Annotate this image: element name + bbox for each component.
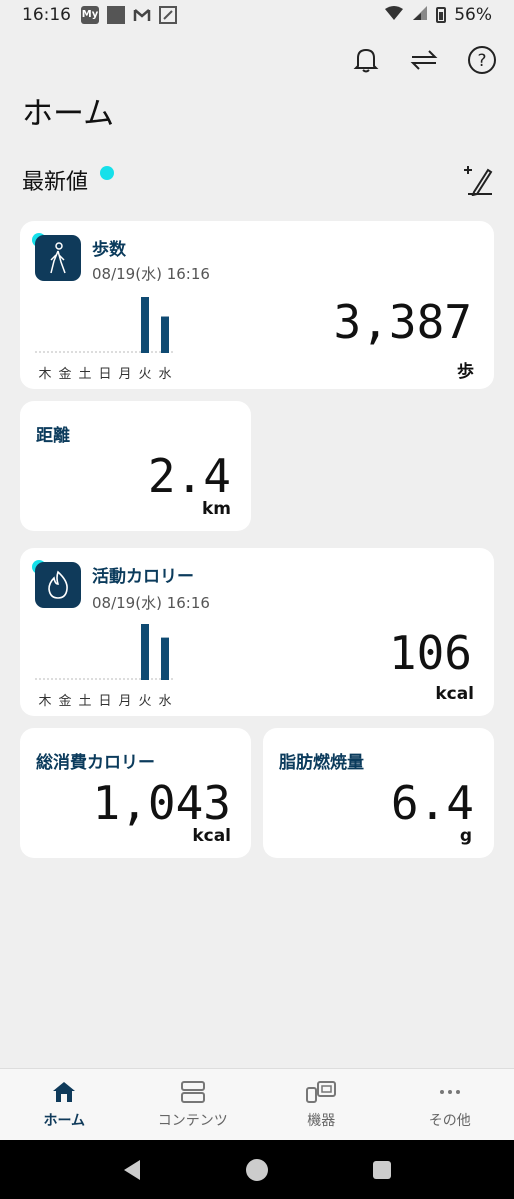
card-title: 活動カロリー bbox=[92, 567, 194, 587]
nav-devices[interactable]: 機器 bbox=[257, 1069, 386, 1140]
nav-home[interactable]: ホーム bbox=[0, 1069, 129, 1140]
status-bar: 16:16 My 56% bbox=[0, 0, 514, 30]
nav-label: コンテンツ bbox=[157, 1112, 228, 1129]
edit-plus-icon[interactable] bbox=[462, 164, 494, 197]
my-app-icon: My bbox=[81, 6, 99, 24]
fat-burn-value: 6.4 bbox=[390, 776, 474, 830]
card-title: 歩数 bbox=[92, 240, 126, 260]
day-label: 木 bbox=[38, 367, 52, 382]
help-icon[interactable]: ? bbox=[466, 44, 498, 76]
top-actions: ? bbox=[350, 44, 498, 76]
day-label: 日 bbox=[98, 694, 112, 709]
chart-bar bbox=[141, 624, 149, 680]
day-label: 土 bbox=[78, 694, 92, 709]
card-date: 08/19(水) 16:16 bbox=[92, 265, 210, 283]
fat-burn-card[interactable]: 脂肪燃焼量 6.4 g bbox=[263, 728, 494, 858]
card-title: 距離 bbox=[36, 426, 70, 446]
steps-unit: 歩 bbox=[457, 362, 474, 382]
devices-icon bbox=[306, 1080, 337, 1103]
distance-unit: km bbox=[201, 499, 231, 519]
fat-burn-unit: g bbox=[459, 826, 472, 846]
day-label: 月 bbox=[118, 367, 132, 382]
recents-icon[interactable] bbox=[370, 1158, 394, 1182]
active-calories-value: 106 bbox=[388, 626, 472, 680]
home-circle-icon[interactable] bbox=[245, 1158, 269, 1182]
day-labels: 木金土日月火水 bbox=[35, 363, 175, 382]
nav-label: ホーム bbox=[43, 1112, 86, 1129]
total-calories-card[interactable]: 総消費カロリー 1,043 kcal bbox=[20, 728, 251, 858]
card-title: 脂肪燃焼量 bbox=[279, 753, 364, 773]
card-title: 総消費カロリー bbox=[36, 753, 155, 773]
day-label: 木 bbox=[38, 694, 52, 709]
calories-bar-chart bbox=[35, 624, 175, 680]
card-date: 08/19(水) 16:16 bbox=[92, 594, 210, 612]
distance-value: 2.4 bbox=[147, 449, 231, 503]
battery-icon bbox=[436, 7, 447, 23]
day-label: 水 bbox=[158, 694, 172, 709]
bell-icon[interactable] bbox=[350, 44, 382, 76]
screenshot-icon bbox=[159, 6, 177, 24]
day-labels: 木金土日月火水 bbox=[35, 690, 175, 709]
update-dot bbox=[100, 166, 114, 180]
wifi-icon bbox=[384, 5, 404, 26]
signal-icon bbox=[412, 5, 428, 26]
flame-icon bbox=[35, 562, 81, 608]
svg-text:?: ? bbox=[477, 51, 486, 71]
sync-arrows-icon[interactable] bbox=[408, 44, 440, 76]
contents-icon bbox=[180, 1080, 205, 1103]
battery-percent: 56% bbox=[454, 5, 492, 25]
day-label: 日 bbox=[98, 367, 112, 382]
back-icon[interactable] bbox=[120, 1158, 144, 1182]
day-label: 火 bbox=[138, 367, 152, 382]
nav-more[interactable]: その他 bbox=[386, 1069, 514, 1140]
day-label: 水 bbox=[158, 367, 172, 382]
more-icon bbox=[439, 1089, 460, 1094]
notification-square-icon bbox=[107, 6, 125, 24]
chart-bar bbox=[141, 297, 149, 353]
active-calories-unit: kcal bbox=[435, 684, 474, 704]
walking-icon bbox=[35, 235, 81, 281]
total-calories-unit: kcal bbox=[192, 826, 231, 846]
nav-label: その他 bbox=[428, 1112, 471, 1129]
gmail-icon bbox=[133, 6, 151, 24]
chart-bar bbox=[161, 316, 169, 353]
day-label: 金 bbox=[58, 694, 72, 709]
day-label: 月 bbox=[118, 694, 132, 709]
steps-bar-chart bbox=[35, 297, 175, 353]
day-label: 火 bbox=[138, 694, 152, 709]
bottom-navigation: ホーム コンテンツ 機器 その他 bbox=[0, 1068, 514, 1140]
total-calories-value: 1,043 bbox=[92, 776, 231, 830]
day-label: 土 bbox=[78, 367, 92, 382]
nav-label: 機器 bbox=[307, 1112, 336, 1129]
distance-card[interactable]: 距離 2.4 km bbox=[20, 401, 251, 531]
active-calories-card[interactable]: 活動カロリー 08/19(水) 16:16 木金土日月火水 106 kcal bbox=[20, 548, 494, 716]
section-title: 最新値 bbox=[22, 170, 89, 195]
steps-card[interactable]: 歩数 08/19(水) 16:16 木金土日月火水 3,387 歩 bbox=[20, 221, 494, 389]
home-icon bbox=[53, 1081, 76, 1102]
steps-value: 3,387 bbox=[333, 295, 472, 349]
status-time: 16:16 bbox=[22, 5, 71, 25]
system-navigation-bar bbox=[0, 1140, 514, 1199]
day-label: 金 bbox=[58, 367, 72, 382]
nav-contents[interactable]: コンテンツ bbox=[129, 1069, 258, 1140]
page-title: ホーム bbox=[22, 96, 115, 132]
chart-bar bbox=[161, 637, 169, 680]
